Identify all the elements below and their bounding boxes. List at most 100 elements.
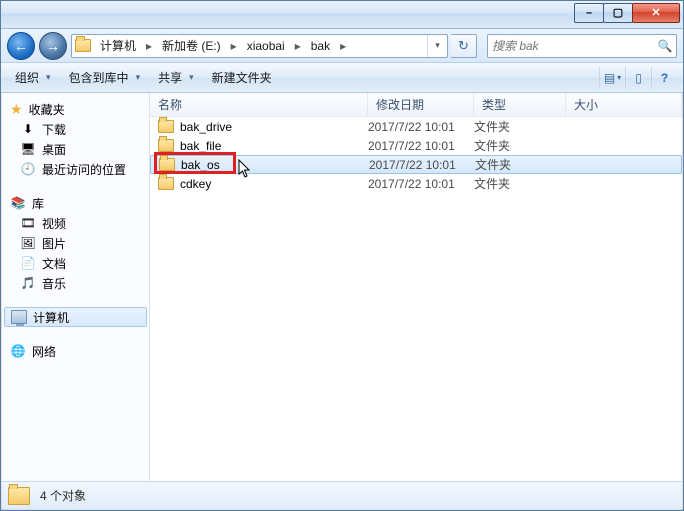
new-folder-label: 新建文件夹 bbox=[212, 69, 272, 86]
item-name: bak_file bbox=[180, 139, 221, 153]
tree-favorites[interactable]: ★ 收藏夹 bbox=[2, 99, 149, 119]
explorer-window: – ▢ ✕ ← → 计算机 ▸ 新加卷 (E:) ▸ xiaobai ▸ bak… bbox=[0, 0, 684, 511]
tree-label: 下载 bbox=[42, 121, 66, 138]
search-icon: 🔍 bbox=[654, 39, 676, 53]
help-button[interactable]: ? bbox=[651, 67, 677, 89]
status-folder-icon bbox=[8, 487, 30, 505]
item-type: 文件夹 bbox=[475, 156, 567, 173]
organize-label: 组织 bbox=[15, 69, 39, 86]
nav-tree[interactable]: ★ 收藏夹 ⬇ 下载 🖥 桌面 🕘最近访问的位置 📚库 🎞 视频 🖼 图片 📄 文档 🎵 音乐… bbox=[2, 93, 150, 482]
crumb-volume[interactable]: 新加卷 (E:) bbox=[156, 35, 227, 57]
new-folder-button[interactable]: 新建文件夹 bbox=[204, 66, 280, 89]
col-size[interactable]: 大小 bbox=[566, 93, 682, 116]
item-type: 文件夹 bbox=[474, 118, 566, 135]
toolbar: 组织 包含到库中 共享 新建文件夹 ▤▾ ▯ ? bbox=[1, 63, 683, 93]
crumb-xiaobai[interactable]: xiaobai bbox=[241, 35, 291, 57]
col-name[interactable]: 名称 bbox=[150, 93, 368, 116]
search-box[interactable]: 🔍 bbox=[487, 34, 677, 58]
tree-label: 桌面 bbox=[42, 141, 66, 158]
refresh-button[interactable]: ↻ bbox=[451, 34, 477, 58]
forward-button[interactable]: → bbox=[39, 32, 67, 60]
maximize-icon: ▢ bbox=[613, 8, 623, 19]
share-menu[interactable]: 共享 bbox=[150, 66, 202, 89]
close-button[interactable]: ✕ bbox=[632, 3, 680, 23]
tree-downloads[interactable]: ⬇ 下载 bbox=[2, 119, 149, 139]
help-icon: ? bbox=[661, 71, 668, 85]
desktop-icon: 🖥 bbox=[20, 141, 36, 157]
folder-icon bbox=[159, 158, 175, 171]
maximize-button[interactable]: ▢ bbox=[603, 3, 633, 23]
computer-icon bbox=[11, 310, 27, 324]
crumb-sep-icon[interactable]: ▸ bbox=[291, 39, 305, 53]
tree-music[interactable]: 🎵 音乐 bbox=[2, 273, 149, 293]
col-date[interactable]: 修改日期 bbox=[368, 93, 474, 116]
download-icon: ⬇ bbox=[20, 121, 36, 137]
crumb-sep-icon[interactable]: ▸ bbox=[227, 39, 241, 53]
column-headers: 名称 修改日期 类型 大小 bbox=[150, 93, 682, 117]
tree-libraries[interactable]: 📚库 bbox=[2, 193, 149, 213]
tree-label: 音乐 bbox=[42, 275, 66, 292]
folder-icon bbox=[158, 177, 174, 190]
address-bar[interactable]: 计算机 ▸ 新加卷 (E:) ▸ xiaobai ▸ bak ▸ ▾ bbox=[71, 34, 448, 58]
folder-icon bbox=[158, 139, 174, 152]
recent-icon: 🕘 bbox=[20, 161, 36, 177]
search-input[interactable] bbox=[488, 39, 654, 53]
tree-network[interactable]: 🌐 网络 bbox=[2, 341, 149, 361]
tree-label: 视频 bbox=[42, 215, 66, 232]
document-icon: 📄 bbox=[20, 255, 36, 271]
crumb-sep-icon[interactable]: ▸ bbox=[142, 39, 156, 53]
col-label: 大小 bbox=[574, 96, 598, 113]
tree-recent[interactable]: 🕘最近访问的位置 bbox=[2, 159, 149, 179]
music-icon: 🎵 bbox=[20, 275, 36, 291]
include-label: 包含到库中 bbox=[69, 69, 129, 86]
item-type: 文件夹 bbox=[474, 137, 566, 154]
tree-videos[interactable]: 🎞 视频 bbox=[2, 213, 149, 233]
include-in-library-menu[interactable]: 包含到库中 bbox=[61, 66, 149, 89]
close-icon: ✕ bbox=[651, 8, 660, 19]
tree-computer[interactable]: 计算机 bbox=[4, 307, 147, 327]
tree-label: 收藏夹 bbox=[29, 101, 65, 118]
video-icon: 🎞 bbox=[20, 215, 36, 231]
crumb-bak[interactable]: bak bbox=[305, 35, 336, 57]
view-options-button[interactable]: ▤▾ bbox=[599, 67, 625, 89]
tree-label: 网络 bbox=[32, 343, 56, 360]
address-folder-icon bbox=[72, 35, 94, 57]
col-label: 名称 bbox=[158, 96, 182, 113]
library-icon: 📚 bbox=[10, 195, 26, 211]
back-icon: ← bbox=[14, 38, 28, 54]
col-type[interactable]: 类型 bbox=[474, 93, 566, 116]
back-button[interactable]: ← bbox=[7, 32, 35, 60]
list-item[interactable]: bak_file 2017/7/22 10:01 文件夹 bbox=[150, 136, 682, 155]
forward-icon: → bbox=[46, 38, 60, 54]
item-date: 2017/7/22 10:01 bbox=[368, 139, 474, 153]
tree-label: 图片 bbox=[42, 235, 66, 252]
network-icon: 🌐 bbox=[10, 343, 26, 359]
star-icon: ★ bbox=[10, 101, 23, 118]
organize-menu[interactable]: 组织 bbox=[7, 66, 59, 89]
status-bar: 4 个对象 bbox=[2, 481, 682, 509]
minimize-icon: – bbox=[586, 8, 592, 19]
picture-icon: 🖼 bbox=[20, 235, 36, 251]
col-label: 修改日期 bbox=[376, 96, 424, 113]
preview-pane-button[interactable]: ▯ bbox=[625, 67, 651, 89]
item-date: 2017/7/22 10:01 bbox=[368, 120, 474, 134]
titlebar[interactable]: – ▢ ✕ bbox=[1, 1, 683, 29]
tree-documents[interactable]: 📄 文档 bbox=[2, 253, 149, 273]
folder-icon bbox=[158, 120, 174, 133]
address-dropdown[interactable]: ▾ bbox=[427, 35, 447, 57]
tree-pictures[interactable]: 🖼 图片 bbox=[2, 233, 149, 253]
refresh-icon: ↻ bbox=[458, 38, 469, 54]
crumb-computer[interactable]: 计算机 bbox=[94, 35, 142, 57]
item-name: bak_os bbox=[181, 158, 220, 172]
list-item-selected[interactable]: bak_os 2017/7/22 10:01 文件夹 bbox=[150, 155, 682, 174]
tree-desktop[interactable]: 🖥 桌面 bbox=[2, 139, 149, 159]
item-date: 2017/7/22 10:01 bbox=[369, 158, 475, 172]
list-item[interactable]: bak_drive 2017/7/22 10:01 文件夹 bbox=[150, 117, 682, 136]
file-list: 名称 修改日期 类型 大小 bak_drive 2017/7/22 10:01 … bbox=[150, 93, 682, 482]
item-name: cdkey bbox=[180, 177, 211, 191]
col-label: 类型 bbox=[482, 96, 506, 113]
tree-label: 文档 bbox=[42, 255, 66, 272]
list-item[interactable]: cdkey 2017/7/22 10:01 文件夹 bbox=[150, 174, 682, 193]
crumb-sep-icon[interactable]: ▸ bbox=[336, 39, 350, 53]
minimize-button[interactable]: – bbox=[574, 3, 604, 23]
